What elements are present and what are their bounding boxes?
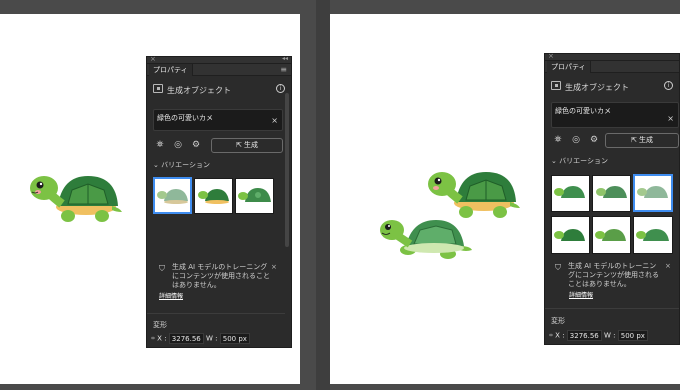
transform-label: 変形 — [153, 321, 167, 329]
divider — [545, 308, 679, 309]
tab-properties[interactable]: プロパティ — [547, 61, 591, 73]
clear-icon[interactable]: × — [667, 114, 674, 123]
variation-thumbnail[interactable] — [592, 216, 631, 254]
variation-thumbnail[interactable] — [633, 216, 673, 254]
clear-icon[interactable]: × — [271, 116, 278, 125]
close-icon[interactable]: × — [150, 55, 156, 63]
x-input[interactable]: 3276.56 — [168, 333, 204, 344]
generate-button[interactable]: ⇱ 生成 — [605, 133, 679, 148]
app-workspace: × ◂◂ プロパティ ≡ 生成オブジェクト i 緑色の可愛いカメ × ⛯ ◎ ⚙… — [0, 0, 680, 390]
w-label: W : — [205, 334, 218, 343]
gear-icon[interactable]: ⚙ — [191, 140, 201, 150]
w-label: W : — [603, 331, 616, 340]
close-icon[interactable]: × — [665, 262, 671, 271]
style-icon[interactable]: ⛯ — [553, 135, 563, 145]
w-input[interactable]: 500 px — [219, 333, 250, 344]
generate-button-icon: ⇱ — [235, 141, 245, 149]
section-title: 生成オブジェクト — [565, 83, 629, 92]
prompt-text: 緑色の可愛いカメ — [555, 107, 611, 115]
style-icon[interactable]: ⛯ — [155, 140, 165, 150]
generate-toolbar: ⛯ ◎ ⚙ ⇱ 生成 — [551, 132, 679, 148]
variation-thumbnail[interactable] — [235, 178, 274, 214]
generate-button-icon: ⇱ — [630, 136, 640, 144]
close-icon[interactable]: × — [548, 52, 554, 60]
effects-icon[interactable]: ◎ — [173, 140, 183, 150]
generated-object-icon — [551, 81, 561, 90]
chevron-down-icon: ⌄ — [153, 161, 162, 169]
variations-header[interactable]: ⌄ バリエーション — [551, 156, 608, 166]
x-input[interactable]: 3276.56 — [566, 330, 602, 341]
generate-button[interactable]: ⇱ 生成 — [211, 138, 283, 153]
prompt-field[interactable]: 緑色の可愛いカメ × — [551, 102, 679, 128]
info-icon[interactable]: i — [276, 84, 285, 93]
learn-more-link[interactable]: 詳細情報 — [569, 291, 593, 300]
variation-thumbnail[interactable] — [194, 178, 233, 214]
info-icon[interactable]: i — [664, 81, 673, 90]
section-title: 生成オブジェクト — [167, 86, 231, 95]
variation-thumbnail[interactable] — [551, 216, 590, 254]
w-input[interactable]: 500 px — [617, 330, 648, 341]
ai-training-notice: ⛉ 生成 AI モデルのトレーニングにコンテンツが使用されることはありません。 … — [555, 262, 675, 302]
transform-label: 変形 — [551, 317, 565, 325]
prompt-field[interactable]: 緑色の可愛いカメ × — [153, 109, 283, 131]
notice-text: 生成 AI モデルのトレーニングにコンテンツが使用されることはありません。 — [172, 263, 270, 289]
learn-more-link[interactable]: 詳細情報 — [159, 292, 183, 301]
x-label: X : — [555, 331, 565, 340]
collapse-icon[interactable]: ◂◂ — [282, 55, 288, 62]
notice-text: 生成 AI モデルのトレーニングにコンテンツが使用されることはありません。 — [568, 262, 659, 288]
generated-object-header: 生成オブジェクト i — [147, 80, 291, 98]
tab-properties[interactable]: プロパティ — [149, 64, 193, 76]
chevron-down-icon: ⌄ — [551, 157, 560, 165]
divider — [147, 313, 285, 314]
generate-button-label: 生成 — [639, 136, 654, 144]
variations-header[interactable]: ⌄ バリエーション — [153, 160, 210, 170]
generate-toolbar: ⛯ ◎ ⚙ ⇱ 生成 — [153, 137, 287, 153]
properties-panel: × ◂◂ プロパティ ≡ 生成オブジェクト i 緑色の可愛いカメ × ⛯ ◎ ⚙… — [146, 55, 292, 348]
scrollbar[interactable] — [285, 93, 289, 247]
hamburger-menu-icon[interactable]: ≡ — [280, 65, 287, 74]
properties-panel: × プロパティ 生成オブジェクト i 緑色の可愛いカメ × ⛯ ◎ ⚙ ⇱ 生成… — [544, 52, 680, 345]
panel-tab-bar: プロパティ ≡ — [147, 64, 291, 76]
generated-object-icon — [153, 84, 163, 93]
variation-thumbnail[interactable] — [551, 175, 590, 212]
generate-button-label: 生成 — [244, 141, 259, 149]
turtle-image[interactable] — [378, 206, 474, 266]
variations-label: バリエーション — [559, 157, 608, 165]
x-label: X : — [157, 334, 167, 343]
transform-fields: ⌗ X : 3276.56 W : 500 px — [151, 333, 285, 344]
prompt-text: 緑色の可愛いカメ — [157, 114, 213, 122]
panel-titlebar: × ◂◂ — [147, 55, 291, 64]
canvas-divider — [316, 0, 330, 390]
ai-training-notice: ⛉ 生成 AI モデルのトレーニングにコンテンツが使用されることはありません。 … — [159, 263, 279, 303]
close-icon[interactable]: × — [271, 263, 277, 272]
shield-icon: ⛉ — [159, 264, 165, 273]
gear-icon[interactable]: ⚙ — [589, 135, 599, 145]
panel-titlebar: × — [545, 52, 679, 61]
effects-icon[interactable]: ◎ — [571, 135, 581, 145]
turtle-image[interactable] — [28, 162, 124, 230]
variations-label: バリエーション — [161, 161, 210, 169]
variation-thumbnail[interactable] — [592, 175, 631, 212]
variation-thumbnail[interactable] — [633, 174, 673, 212]
shield-icon: ⛉ — [555, 263, 561, 272]
variation-thumbnail[interactable] — [153, 177, 192, 214]
generated-object-header: 生成オブジェクト i — [545, 77, 679, 95]
panel-tab-bar: プロパティ — [545, 61, 679, 73]
transform-fields: ⌗ X : 3276.56 W : 500 px — [549, 330, 679, 341]
